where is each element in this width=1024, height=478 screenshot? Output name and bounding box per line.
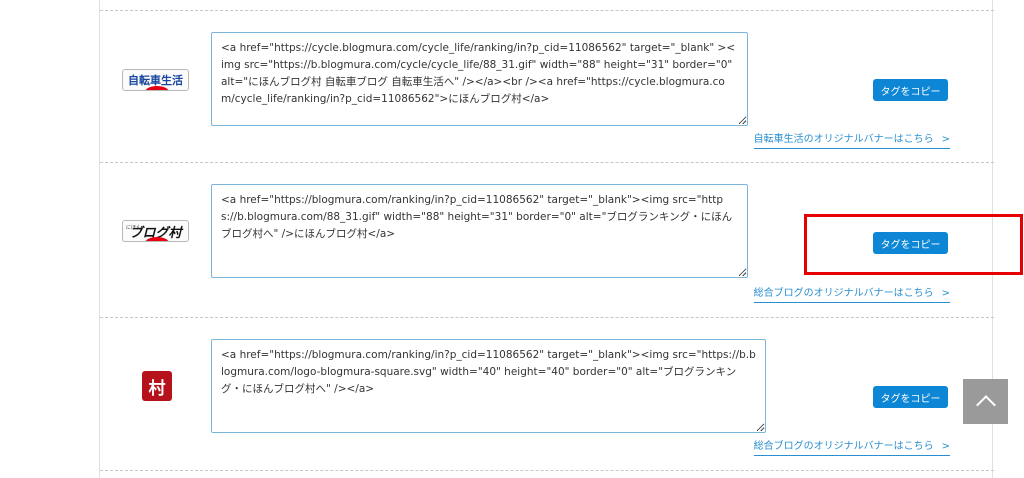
- original-banner-link[interactable]: 自転車生活のオリジナルバナーはこちら >: [753, 130, 950, 149]
- chevron-up-icon: [975, 395, 996, 415]
- banner-small-text: にほん: [126, 225, 142, 231]
- blogmura-square-logo-icon: 村: [142, 371, 172, 401]
- banner-row-square: 村 <a href="https://blogmura.com/ranking/…: [100, 318, 994, 471]
- original-banner-link[interactable]: 総合ブログのオリジナルバナーはこちら >: [753, 284, 950, 303]
- resize-handle[interactable]: [739, 117, 746, 124]
- copy-tag-button[interactable]: タグをコピー: [873, 79, 948, 101]
- arrow-right-icon: >: [941, 288, 950, 299]
- scroll-to-top-button[interactable]: [963, 379, 1008, 424]
- arrow-right-icon: >: [941, 441, 950, 452]
- copy-tag-button[interactable]: タグをコピー: [873, 386, 948, 408]
- banner-row-cycle: 自転車生活 <a href="https://cycle.blogmura.co…: [100, 10, 994, 163]
- cycle-life-banner-icon: 自転車生活: [122, 69, 189, 91]
- arrow-right-icon: >: [941, 134, 950, 145]
- resize-handle[interactable]: [757, 424, 764, 431]
- highlight-box: [804, 214, 1023, 275]
- tag-code-textarea[interactable]: <a href="https://blogmura.com/ranking/in…: [211, 339, 766, 433]
- red-sun-shape: [145, 86, 169, 90]
- original-banner-link-label: 総合ブログのオリジナルバナーはこちら: [753, 441, 934, 452]
- tag-code-textarea[interactable]: <a href="https://cycle.blogmura.com/cycl…: [211, 32, 748, 126]
- tag-code-textarea[interactable]: <a href="https://blogmura.com/ranking/in…: [211, 184, 748, 278]
- original-banner-link-label: 総合ブログのオリジナルバナーはこちら: [753, 288, 934, 299]
- resize-handle[interactable]: [739, 269, 746, 276]
- original-banner-link-label: 自転車生活のオリジナルバナーはこちら: [753, 134, 934, 145]
- red-sun-shape: [145, 237, 169, 241]
- original-banner-link[interactable]: 総合ブログのオリジナルバナーはこちら >: [753, 437, 950, 456]
- page: 自転車生活 <a href="https://cycle.blogmura.co…: [0, 0, 1024, 478]
- blogmura-banner-icon: にほん ブログ村: [122, 220, 189, 242]
